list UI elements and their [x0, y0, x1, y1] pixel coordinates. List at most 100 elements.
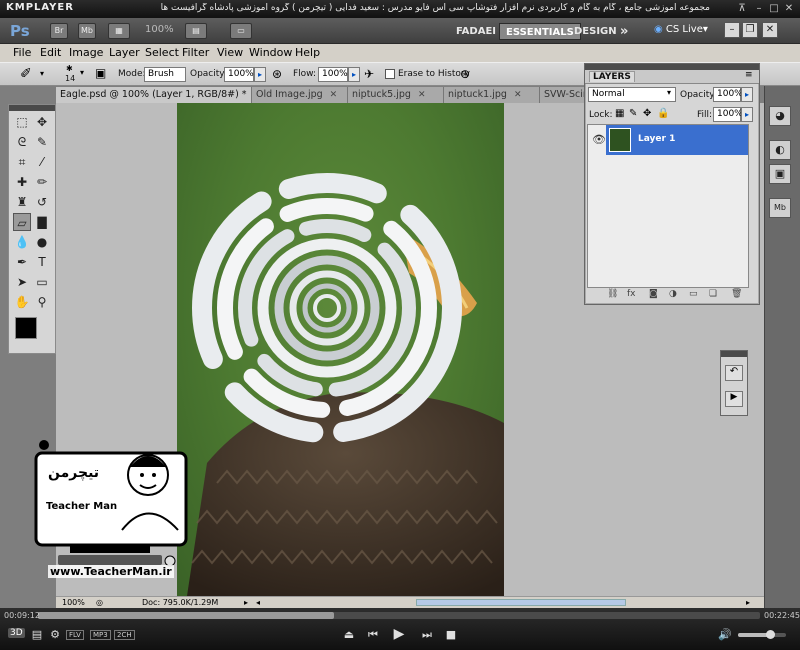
opacity-slider-arrow-icon[interactable]: ▸: [254, 67, 266, 82]
hand-tool-icon[interactable]: ✋: [13, 293, 31, 311]
mini-bridge-button[interactable]: Mb: [78, 23, 96, 39]
blend-mode-select[interactable]: Normal: [588, 87, 676, 102]
screen-mode-button[interactable]: ▭: [230, 23, 252, 39]
new-layer-icon[interactable]: ❏: [709, 289, 717, 299]
marquee-tool-icon[interactable]: ⬚: [13, 113, 31, 131]
shape-tool-icon[interactable]: ▭: [33, 273, 51, 291]
healing-brush-tool-icon[interactable]: ✚: [13, 173, 31, 191]
menu-filter[interactable]: Filter: [182, 46, 209, 59]
close-tab-icon[interactable]: ✕: [330, 90, 338, 100]
mini-bridge-panel-icon[interactable]: Mb: [769, 198, 791, 218]
flow-input[interactable]: 100%: [318, 67, 348, 82]
status-menu-arrow-icon[interactable]: ▸: [244, 597, 248, 608]
opacity-input[interactable]: 100%: [224, 67, 254, 82]
pen-tool-icon[interactable]: ✒: [13, 253, 31, 271]
tab-svw[interactable]: SVW-Scin...: [540, 87, 586, 103]
adjustment-layer-icon[interactable]: ◑: [669, 289, 677, 299]
tools-panel-header[interactable]: [9, 105, 55, 111]
menu-view[interactable]: View: [217, 46, 243, 59]
preset-dropdown-arrow-icon[interactable]: ▾: [40, 69, 44, 78]
close-tab-icon[interactable]: ✕: [418, 90, 426, 100]
eject-icon[interactable]: ⏏: [342, 628, 356, 641]
new-group-icon[interactable]: ▭: [689, 289, 698, 299]
previous-icon[interactable]: ⏮: [366, 628, 380, 642]
stop-icon[interactable]: ■: [444, 628, 458, 641]
clone-stamp-tool-icon[interactable]: ♜: [13, 193, 31, 211]
actions-panel-icon[interactable]: ▶: [725, 391, 743, 407]
pressure-size-icon[interactable]: ⊛: [460, 67, 470, 81]
link-layers-icon[interactable]: ⛓: [607, 289, 618, 299]
layer-opacity-input[interactable]: 100%: [713, 87, 743, 102]
layer-mask-icon[interactable]: ◙: [649, 289, 658, 299]
close-tab-icon[interactable]: ✕: [514, 90, 522, 100]
layer-opacity-arrow-icon[interactable]: ▸: [741, 87, 753, 102]
image-canvas[interactable]: [177, 103, 504, 596]
horizontal-scrollbar[interactable]: [416, 599, 626, 606]
type-tool-icon[interactable]: T: [33, 253, 51, 271]
adjustments-panel-icon[interactable]: ◐: [769, 140, 791, 160]
crop-tool-icon[interactable]: ⌗: [13, 153, 31, 171]
menu-layer[interactable]: Layer: [109, 46, 140, 59]
tab-niptuck5[interactable]: niptuck5.jpg ✕: [348, 87, 444, 103]
airbrush-icon[interactable]: ✈: [364, 67, 374, 81]
fill-input[interactable]: 100%: [713, 107, 743, 122]
zoom-tool-icon[interactable]: ⚲: [33, 293, 51, 311]
cs-live-button[interactable]: ◉ CS Live▾: [654, 24, 708, 35]
brush-preview-icon[interactable]: ✱: [66, 64, 73, 73]
ps-minimize-button[interactable]: –: [724, 22, 740, 38]
eraser-tool-icon[interactable]: ▱: [13, 213, 31, 231]
dodge-tool-icon[interactable]: ●: [33, 233, 51, 251]
menu-file[interactable]: File: [13, 46, 31, 59]
quick-selection-tool-icon[interactable]: ✎: [33, 133, 51, 151]
volume-icon[interactable]: 🔊: [718, 628, 732, 641]
pin-icon[interactable]: ⊼: [735, 2, 749, 16]
menu-window[interactable]: Window: [249, 46, 292, 59]
status-info-icon[interactable]: ◎: [96, 597, 103, 608]
history-panel-icon[interactable]: ↶: [725, 365, 743, 381]
layer-row[interactable]: Layer 1: [606, 125, 748, 155]
eraser-tool-preset-icon[interactable]: ✐: [20, 66, 32, 82]
mode-select[interactable]: Brush: [144, 67, 186, 82]
next-icon[interactable]: ⏭: [420, 628, 434, 642]
workspace-fadaei[interactable]: FADAEI: [450, 23, 502, 40]
blend-mode-arrow-icon[interactable]: ▾: [667, 88, 671, 97]
zoom-level[interactable]: 100%: [145, 24, 174, 35]
maximize-icon[interactable]: □: [767, 2, 781, 16]
close-icon[interactable]: ✕: [782, 2, 796, 16]
scroll-right-icon[interactable]: ▸: [746, 597, 750, 608]
scroll-left-icon[interactable]: ◂: [256, 597, 260, 608]
history-brush-tool-icon[interactable]: ↺: [33, 193, 51, 211]
more-workspaces-button[interactable]: »: [614, 23, 634, 40]
brush-tool-icon[interactable]: ✏: [33, 173, 51, 191]
panel-menu-icon[interactable]: ≡: [745, 70, 753, 80]
mini-panel-header[interactable]: [721, 351, 747, 357]
status-zoom[interactable]: 100%: [62, 597, 85, 608]
menu-select[interactable]: Select: [145, 46, 179, 59]
volume-knob[interactable]: [766, 630, 775, 639]
color-panel-icon[interactable]: ◕: [769, 106, 791, 126]
tab-old-image[interactable]: Old Image.jpg ✕: [252, 87, 348, 103]
blur-tool-icon[interactable]: 💧: [13, 233, 31, 251]
lock-all-icon[interactable]: 🔒: [657, 108, 669, 119]
playlist-icon[interactable]: ▤: [30, 628, 44, 641]
path-selection-tool-icon[interactable]: ➤: [13, 273, 31, 291]
menu-help[interactable]: Help: [295, 46, 320, 59]
ps-close-button[interactable]: ✕: [762, 22, 778, 38]
eyedropper-tool-icon[interactable]: ⁄: [33, 153, 51, 171]
brush-panel-icon[interactable]: ▣: [95, 66, 106, 80]
lock-transparency-icon[interactable]: ▦: [615, 108, 624, 119]
move-tool-icon[interactable]: ✥: [33, 113, 51, 131]
foreground-color-swatch[interactable]: [15, 317, 37, 339]
layers-tab-title[interactable]: LAYERS: [589, 71, 635, 82]
ps-restore-button[interactable]: ❐: [742, 22, 758, 38]
flow-slider-arrow-icon[interactable]: ▸: [348, 67, 360, 82]
menu-edit[interactable]: Edit: [40, 46, 61, 59]
play-icon[interactable]: ▶: [392, 626, 406, 642]
visibility-eye-icon[interactable]: 👁: [592, 133, 606, 146]
minimize-icon[interactable]: –: [752, 2, 766, 16]
delete-layer-icon[interactable]: 🗑: [731, 289, 742, 299]
gradient-tool-icon[interactable]: ▇: [33, 213, 51, 231]
lock-pixels-icon[interactable]: ✎: [629, 108, 637, 119]
masks-panel-icon[interactable]: ▣: [769, 164, 791, 184]
brush-picker-arrow-icon[interactable]: ▾: [80, 68, 84, 77]
